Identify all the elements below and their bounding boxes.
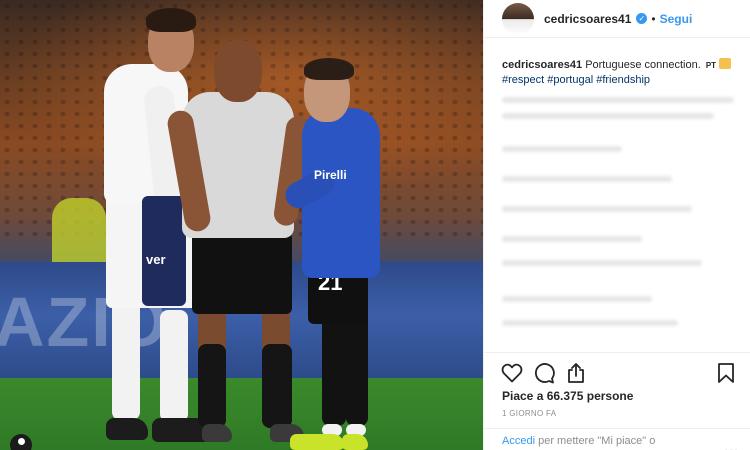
post-header: cedricsoares41 ✓ • Segui bbox=[484, 0, 750, 38]
login-prompt: Accedi per mettere "Mi piace" o bbox=[484, 428, 750, 450]
avatar[interactable] bbox=[502, 2, 534, 35]
caption-text: Portuguese connection. bbox=[585, 59, 701, 71]
login-link[interactable]: Accedi bbox=[502, 435, 535, 447]
bookmark-icon[interactable] bbox=[714, 361, 738, 385]
caption-flag: PT bbox=[705, 61, 717, 70]
header-separator: • bbox=[651, 11, 656, 26]
post-timestamp: 1 GIORNO FA bbox=[502, 409, 557, 418]
login-prompt-text: per mettere "Mi piace" o bbox=[538, 435, 656, 447]
more-options-icon[interactable]: ... bbox=[724, 439, 739, 450]
hashtag-portugal[interactable]: #portugal bbox=[547, 74, 593, 86]
like-count[interactable]: Piace a 66.375 persone bbox=[502, 389, 633, 403]
verified-badge-icon: ✓ bbox=[636, 13, 648, 24]
hashtag-respect[interactable]: #respect bbox=[502, 74, 544, 86]
comment-icon[interactable] bbox=[532, 361, 556, 385]
post-side-panel: cedricsoares41 ✓ • Segui cedricsoares41 … bbox=[483, 0, 750, 450]
follow-button[interactable]: Segui bbox=[660, 12, 693, 26]
header-username[interactable]: cedricsoares41 bbox=[544, 12, 631, 26]
share-icon[interactable] bbox=[564, 361, 588, 385]
heart-icon[interactable] bbox=[500, 361, 524, 385]
pitch-grass bbox=[0, 378, 483, 450]
user-tag-icon[interactable] bbox=[10, 434, 32, 450]
post-photo[interactable]: AZIO ver 21 Pirelli bbox=[0, 0, 483, 450]
hashtag-friendship[interactable]: #friendship bbox=[596, 74, 650, 86]
face-emoji-icon bbox=[719, 58, 732, 69]
caption: cedricsoares41 Portuguese connection. PT… bbox=[502, 58, 737, 87]
post-actions: Piace a 66.375 persone 1 GIORNO FA Acced… bbox=[484, 352, 750, 450]
caption-username[interactable]: cedricsoares41 bbox=[502, 59, 582, 71]
shirt-sponsor: Pirelli bbox=[314, 168, 347, 182]
